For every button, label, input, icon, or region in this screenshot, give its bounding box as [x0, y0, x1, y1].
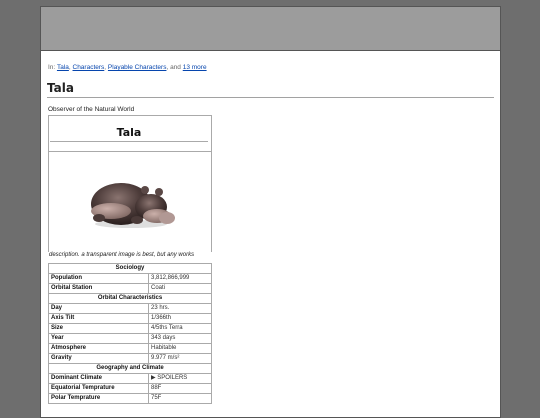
- row-label: Orbital Station: [48, 283, 149, 294]
- row-label: Axis Tilt: [48, 313, 149, 324]
- infobox-header: Tala: [48, 115, 212, 152]
- section-header-row: Orbital Characteristics: [48, 293, 212, 304]
- spoilers-toggle[interactable]: ▶ SPOILERS: [148, 373, 212, 384]
- table-row: Axis Tilt 1/366th: [48, 313, 212, 324]
- table-row: Day 23 hrs.: [48, 303, 212, 314]
- table-row: Polar Temprature 75F: [48, 393, 212, 404]
- row-value: 343 days: [148, 333, 212, 344]
- category-bar: In: Tala, Characters, Playable Character…: [48, 64, 207, 71]
- row-label: Atmosphere: [48, 343, 149, 354]
- table-row: Orbital Station Coati: [48, 283, 212, 294]
- row-value: 1/366th: [148, 313, 212, 324]
- row-value: 88F: [148, 383, 212, 394]
- row-label: Dominant Climate: [48, 373, 149, 384]
- table-row: Equatorial Temprature 88F: [48, 383, 212, 394]
- infobox-title: Tala: [50, 116, 208, 142]
- table-row: Year 343 days: [48, 333, 212, 344]
- row-value: 4/5ths Terra: [148, 323, 212, 334]
- section-heading: Sociology: [48, 263, 212, 274]
- table-row: Gravity 9.977 m/s²: [48, 353, 212, 364]
- infobox-table: Sociology Population 3,812,866,999 Orbit…: [48, 263, 212, 404]
- section-header-row: Sociology: [48, 263, 212, 274]
- table-row: Size 4/5ths Terra: [48, 323, 212, 334]
- infobox-image-frame: [48, 151, 212, 252]
- category-prefix: In:: [48, 64, 56, 71]
- table-row: Population 3,812,866,999: [48, 273, 212, 284]
- row-label: Polar Temprature: [48, 393, 149, 404]
- table-row: Atmosphere Habitable: [48, 343, 212, 354]
- hippo-figure-image: [91, 183, 175, 228]
- section-heading: Orbital Characteristics: [48, 293, 212, 304]
- top-banner: [41, 7, 500, 51]
- section-heading: Geography and Climate: [48, 363, 212, 374]
- row-value: 9.977 m/s²: [148, 353, 212, 364]
- category-link-tala[interactable]: Tala: [57, 64, 69, 71]
- row-label: Size: [48, 323, 149, 334]
- row-label: Year: [48, 333, 149, 344]
- row-value: Habitable: [148, 343, 212, 354]
- row-label: Day: [48, 303, 149, 314]
- row-label: Gravity: [48, 353, 149, 364]
- category-separator: ,: [104, 64, 107, 71]
- wiki-page: In: Tala, Characters, Playable Character…: [40, 6, 501, 418]
- row-label: Equatorial Temprature: [48, 383, 149, 394]
- title-divider: [47, 97, 494, 98]
- category-separator: , and: [166, 64, 181, 71]
- section-header-row: Geography and Climate: [48, 363, 212, 374]
- row-value: 75F: [148, 393, 212, 404]
- page-title: Tala: [47, 81, 74, 95]
- page-subtitle: Observer of the Natural World: [48, 106, 135, 113]
- category-link-characters[interactable]: Characters: [73, 64, 105, 71]
- table-row: Dominant Climate ▶ SPOILERS: [48, 373, 212, 384]
- row-value: 23 hrs.: [148, 303, 212, 314]
- category-link-playable-characters[interactable]: Playable Characters: [108, 64, 167, 71]
- category-separator: ,: [68, 64, 71, 71]
- row-value: Coati: [148, 283, 212, 294]
- image-caption: description. a transparent image is best…: [49, 252, 195, 258]
- row-label: Population: [48, 273, 149, 284]
- row-value: 3,812,866,999: [148, 273, 212, 284]
- category-more-link[interactable]: 13 more: [183, 64, 207, 71]
